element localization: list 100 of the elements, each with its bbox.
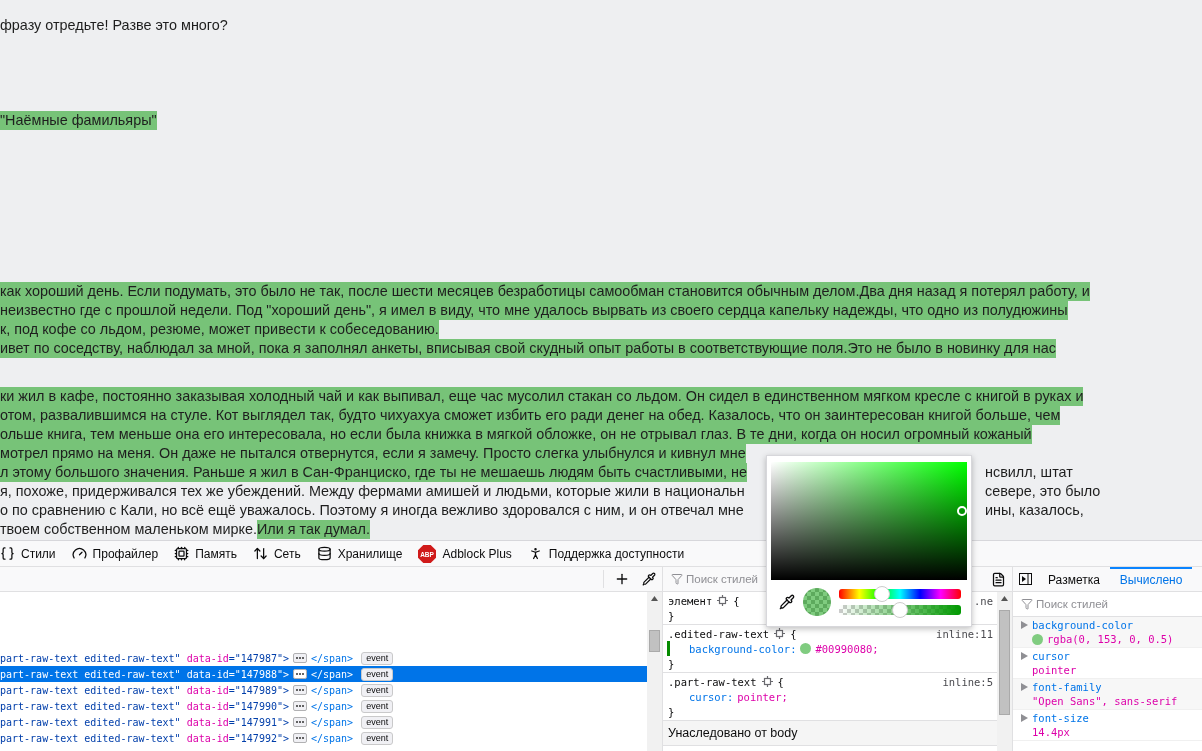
- text-line: севере, это было: [985, 482, 1102, 501]
- attribute-value: ="147988">: [228, 668, 289, 680]
- closing-tag: </span>: [311, 732, 354, 744]
- open-brace: {: [790, 627, 797, 640]
- ellipsis-button[interactable]: [293, 717, 307, 727]
- property-name: font-family: [1032, 681, 1102, 693]
- attribute-value: ="147991">: [228, 716, 289, 728]
- devtools-tab[interactable]: Память: [174, 546, 237, 561]
- close-brace: }: [668, 609, 675, 622]
- computed-property[interactable]: background-color rgba(0, 153, 0, 0.5): [1013, 617, 1202, 648]
- attribute-name: data-id: [186, 652, 229, 664]
- attribute-name: data-id: [186, 716, 229, 728]
- gauge-icon: [71, 546, 87, 561]
- text-line: о по сравнению с Кали, но всё ещё уважалось. Поэтому я иногда вежливо здоровался с ним, и он отвечал мне: [0, 501, 744, 520]
- rule-source[interactable]: inline:11: [936, 627, 993, 640]
- document-icon: [991, 571, 1006, 587]
- attribute-value: ="147990">: [228, 700, 289, 712]
- markup-row[interactable]: part-raw-text edited-raw-text" data-id="147990"> </span> event: [0, 698, 647, 714]
- expand-triangle-icon[interactable]: [1021, 683, 1028, 691]
- scroll-thumb[interactable]: [999, 610, 1010, 715]
- expand-triangle-icon[interactable]: [1021, 621, 1028, 629]
- rule-selector: .edited-raw-text: [668, 627, 770, 640]
- devtools-tab[interactable]: Поддержка доступности: [527, 546, 685, 561]
- event-badge[interactable]: event: [361, 715, 394, 729]
- attribute-value: part-raw-text edited-raw-text": [0, 716, 181, 728]
- markup-row[interactable]: part-raw-text edited-raw-text" data-id="147989"> </span> event: [0, 682, 647, 698]
- markup-row[interactable]: part-raw-text edited-raw-text" data-id="147991"> </span> event: [0, 714, 647, 730]
- eyedropper-button[interactable]: [779, 594, 795, 610]
- braces-icon: [0, 546, 15, 561]
- rule-source[interactable]: inline:5: [942, 675, 993, 688]
- text-line: твоем собственном маленьком мирке.: [0, 520, 257, 539]
- open-brace: {: [777, 675, 784, 688]
- saturation-area[interactable]: [771, 462, 967, 580]
- scroll-thumb[interactable]: [649, 630, 660, 652]
- rule-source[interactable]: .ne: [974, 594, 993, 607]
- property-value: "Open Sans", sans-serif: [1032, 695, 1178, 707]
- scrollbar[interactable]: [997, 592, 1012, 751]
- property-name[interactable]: cursor:: [689, 690, 734, 703]
- devtools-tab[interactable]: Хранилище: [316, 546, 403, 561]
- eyedropper-icon: [779, 594, 795, 610]
- attribute-value: ="147989">: [228, 684, 289, 696]
- storage-icon: [316, 546, 332, 561]
- scrollbar[interactable]: [647, 592, 662, 751]
- event-badge[interactable]: event: [361, 651, 394, 665]
- devtools-tab[interactable]: Профайлер: [71, 546, 159, 561]
- attribute-name: data-id: [186, 732, 229, 744]
- markup-row[interactable]: part-raw-text edited-raw-text" data-id="147987"> </span> event: [0, 650, 647, 666]
- event-badge[interactable]: event: [361, 683, 394, 697]
- attribute-value: part-raw-text edited-raw-text": [0, 652, 181, 664]
- event-badge[interactable]: event: [361, 731, 394, 745]
- scroll-up-icon[interactable]: [651, 596, 658, 601]
- closing-tag: </span>: [311, 668, 354, 680]
- text-line: нсвилл, штат: [985, 463, 1074, 482]
- color-marker[interactable]: [957, 506, 967, 516]
- inherited-header: Унаследовано от body: [663, 721, 997, 746]
- panel-tab[interactable]: Вычислено: [1109, 566, 1193, 592]
- ellipsis-button[interactable]: [293, 733, 307, 743]
- attribute-name: data-id: [186, 684, 229, 696]
- text-line: фразу отредьте! Разве это много?: [0, 16, 228, 35]
- up-down-arrows-icon: [252, 546, 268, 561]
- crosshair-icon[interactable]: [774, 628, 786, 639]
- panel-icon: [1019, 573, 1032, 585]
- markup-row[interactable]: part-raw-text edited-raw-text" data-id="147988"> </span> event: [0, 666, 647, 682]
- ellipsis-button[interactable]: [293, 653, 307, 663]
- attribute-name: data-id: [186, 668, 229, 680]
- crosshair-icon[interactable]: [761, 676, 773, 687]
- opacity-slider[interactable]: [839, 605, 961, 615]
- attribute-value: part-raw-text edited-raw-text": [0, 700, 181, 712]
- property-value: pointer: [1032, 664, 1077, 676]
- closing-tag: </span>: [311, 716, 354, 728]
- attribute-name: data-id: [186, 700, 229, 712]
- property-value[interactable]: #00990080;: [815, 642, 879, 655]
- expand-triangle-icon[interactable]: [1021, 652, 1028, 660]
- property-value[interactable]: pointer;: [737, 690, 788, 703]
- computed-property[interactable]: font-family "Open Sans", sans-serif: [1013, 679, 1202, 710]
- event-badge[interactable]: event: [361, 699, 394, 713]
- color-swatch[interactable]: [800, 643, 812, 654]
- attribute-value: ="147987">: [228, 652, 289, 664]
- attribute-value: part-raw-text edited-raw-text": [0, 732, 181, 744]
- ellipsis-button[interactable]: [293, 685, 307, 695]
- closing-tag: </span>: [311, 652, 354, 664]
- devtools-tab[interactable]: Сеть: [252, 546, 301, 561]
- event-badge[interactable]: event: [361, 667, 394, 681]
- attribute-value: part-raw-text edited-raw-text": [0, 668, 181, 680]
- devtools-tab[interactable]: Стили: [0, 546, 56, 561]
- ellipsis-button[interactable]: [293, 701, 307, 711]
- expand-triangle-icon[interactable]: [1021, 714, 1028, 722]
- property-name: font-size: [1032, 712, 1089, 724]
- markup-row[interactable]: part-raw-text edited-raw-text" data-id="147992"> </span> event: [0, 730, 647, 746]
- property-name[interactable]: background-color:: [689, 642, 797, 655]
- slider-thumb[interactable]: [873, 586, 890, 602]
- scroll-up-icon[interactable]: [1001, 596, 1008, 601]
- hue-slider[interactable]: [839, 589, 961, 599]
- slider-thumb[interactable]: [892, 602, 908, 618]
- plus-icon: [614, 571, 630, 587]
- panel-tab[interactable]: Разметка: [1038, 566, 1110, 592]
- ellipsis-button[interactable]: [293, 669, 307, 679]
- crosshair-icon[interactable]: [717, 595, 729, 606]
- close-brace: }: [668, 657, 675, 670]
- attribute-value: part-raw-text edited-raw-text": [0, 684, 181, 696]
